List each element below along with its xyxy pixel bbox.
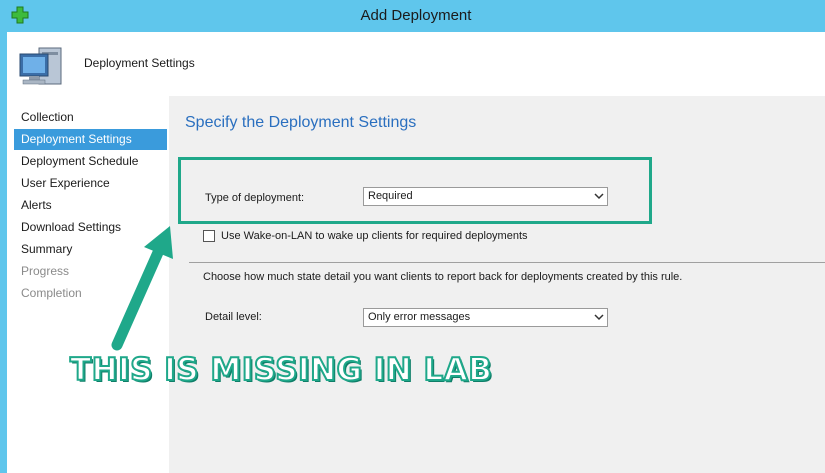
state-detail-description: Choose how much state detail you want cl… bbox=[203, 271, 683, 283]
nav-item-progress: Progress bbox=[21, 264, 70, 278]
nav-item-deployment-schedule[interactable]: Deployment Schedule bbox=[14, 151, 167, 172]
detail-level-label: Detail level: bbox=[205, 311, 262, 323]
wizard-nav: Collection Deployment Settings Deploymen… bbox=[7, 96, 167, 473]
detail-level-select[interactable]: Only error messages bbox=[363, 308, 608, 327]
chevron-down-icon bbox=[594, 314, 604, 321]
nav-item-deployment-settings[interactable]: Deployment Settings bbox=[14, 129, 167, 150]
annotation-highlight-box bbox=[178, 157, 652, 224]
nav-item-collection[interactable]: Collection bbox=[14, 107, 167, 128]
window-title: Add Deployment bbox=[360, 7, 472, 24]
nav-item-alerts[interactable]: Alerts bbox=[14, 195, 167, 216]
wake-on-lan-label: Use Wake-on-LAN to wake up clients for r… bbox=[221, 230, 528, 242]
settings-panel: Specify the Deployment Settings Type of … bbox=[169, 96, 825, 473]
add-deployment-window: Add Deployment Deployment Settings Colle… bbox=[0, 0, 825, 473]
detail-level-value: Only error messages bbox=[368, 311, 471, 323]
window-left-border bbox=[0, 0, 7, 473]
computer-icon bbox=[19, 47, 62, 85]
annotation-callout-text: THIS IS MISSING IN LAB bbox=[69, 351, 493, 389]
title-bar[interactable]: Add Deployment bbox=[7, 0, 825, 32]
wizard-header: Deployment Settings bbox=[7, 32, 825, 96]
nav-item-summary[interactable]: Summary bbox=[14, 239, 167, 260]
header-title: Deployment Settings bbox=[84, 56, 195, 70]
section-divider bbox=[189, 262, 825, 263]
wake-on-lan-checkbox[interactable] bbox=[203, 230, 215, 242]
nav-item-download-settings[interactable]: Download Settings bbox=[14, 217, 167, 238]
page-heading: Specify the Deployment Settings bbox=[185, 114, 417, 131]
nav-item-completion: Completion bbox=[21, 286, 82, 300]
nav-item-user-experience[interactable]: User Experience bbox=[14, 173, 167, 194]
